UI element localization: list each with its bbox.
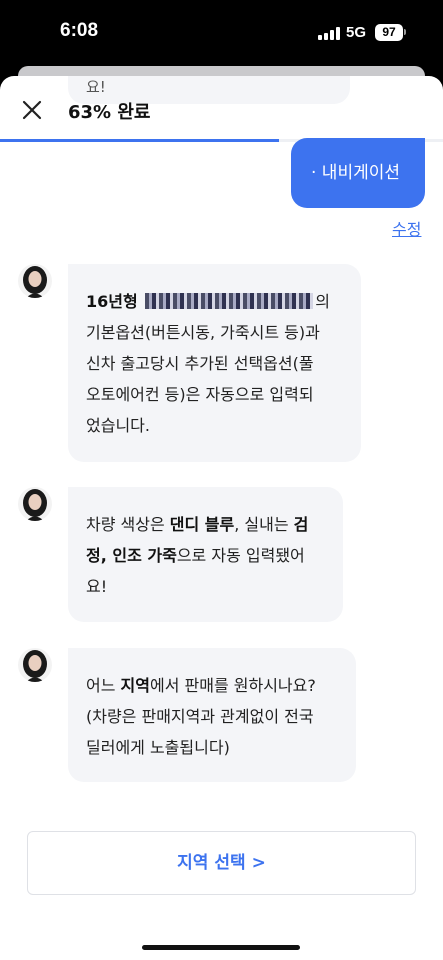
- battery-icon: 97: [375, 24, 403, 41]
- status-time: 6:08: [60, 20, 99, 41]
- battery-nub: [404, 29, 406, 35]
- user-answer-bubble[interactable]: · 내비게이션: [291, 138, 425, 208]
- avatar: [18, 487, 52, 521]
- message-text: 의 기본옵션(버튼시동, 가죽시트 등)과 신차 출고당시 추가된 선택옵션(풀…: [86, 292, 331, 435]
- progress-label: 63% 완료: [68, 102, 151, 123]
- message-text: 어느: [86, 676, 121, 695]
- cellular-signal-icon: [318, 27, 342, 40]
- close-icon[interactable]: [18, 96, 46, 124]
- chat-sheet: 요! 63% 완료 · 내비게이션 수정 16년형 의 기본옵션(버튼시동, 가…: [0, 76, 443, 960]
- select-region-button[interactable]: 지역 선택 >: [27, 831, 416, 895]
- message-text: , 실내는: [234, 515, 294, 534]
- message-bold-text: 지역: [120, 676, 150, 695]
- avatar: [18, 648, 52, 682]
- edit-answer-link[interactable]: 수정: [392, 216, 421, 240]
- avatar: [18, 264, 52, 298]
- progress-bar-fill: [0, 139, 280, 142]
- header: 63% 완료: [0, 76, 443, 142]
- message-bold-text: 댄디 블루: [169, 515, 235, 534]
- status-bar: 6:08 5G 97: [0, 0, 443, 68]
- home-indicator: [142, 945, 300, 950]
- bot-message-bubble: 차량 색상은 댄디 블루, 실내는 검 정, 인조 가죽으로 자동 입력됐어 요…: [68, 487, 343, 622]
- network-type: 5G: [346, 24, 367, 41]
- bot-message-bubble: 16년형 의 기본옵션(버튼시동, 가죽시트 등)과 신차 출고당시 추가된 선…: [68, 264, 361, 462]
- message-text: 차량 색상은: [86, 515, 170, 534]
- redacted-text: [145, 293, 314, 309]
- bot-message-bubble: 어느 지역에서 판매를 원하시나요? (차량은 판매지역과 관계없이 전국 딜러…: [68, 648, 356, 782]
- message-bold-text: 16년형: [86, 292, 144, 311]
